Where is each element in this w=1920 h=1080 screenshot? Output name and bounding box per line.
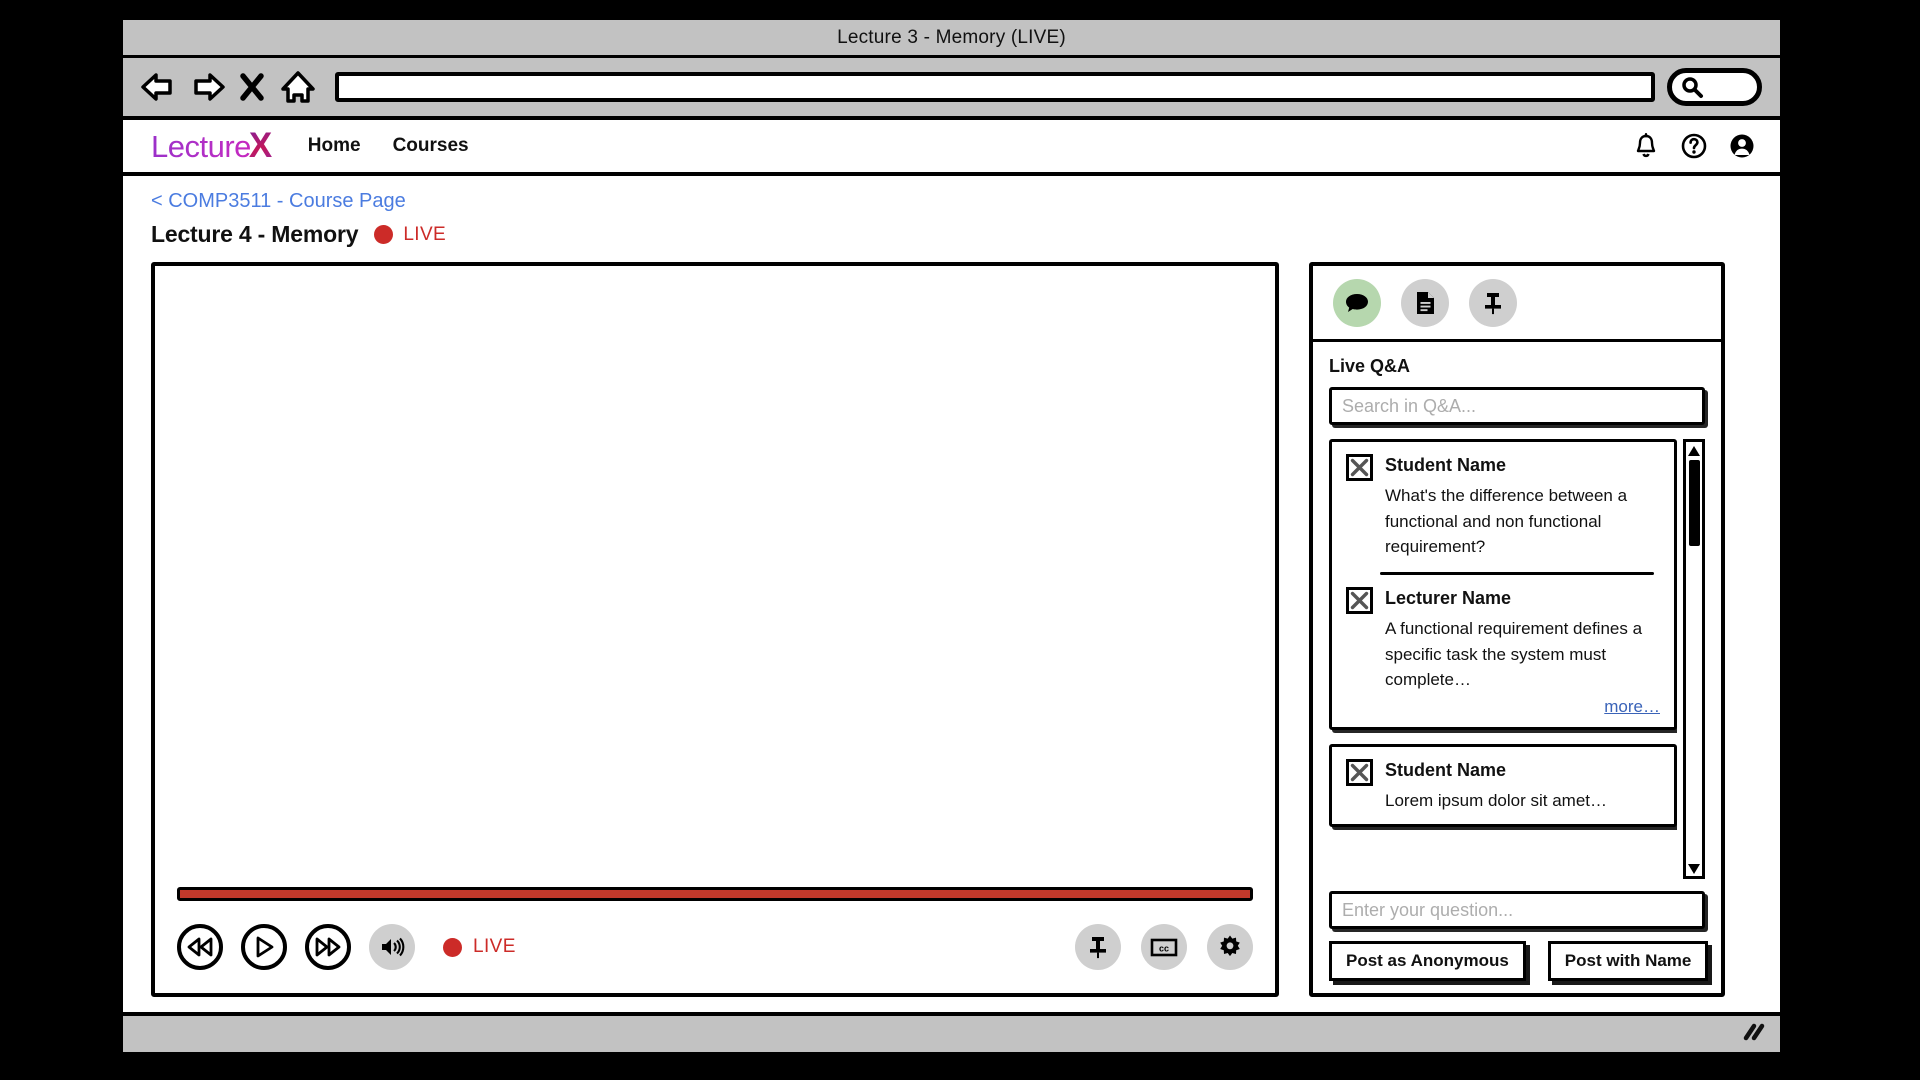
- status-badge: LIVE: [374, 224, 446, 246]
- qa-heading: Live Q&A: [1329, 356, 1411, 376]
- qa-more-wrap: more…: [1385, 697, 1660, 717]
- progress-bar-wrap: [155, 887, 1275, 901]
- qa-post-buttons: Post as Anonymous Post with Name: [1329, 941, 1709, 981]
- live-label: LIVE: [403, 223, 447, 245]
- main-columns: LIVE cc Live Q&A Search in Q&A... Studen…: [151, 262, 1752, 997]
- svg-text:cc: cc: [1159, 944, 1169, 954]
- fast-forward-button[interactable]: [305, 924, 351, 970]
- qa-thread-card[interactable]: Student Name Lorem ipsum dolor sit amet…: [1329, 743, 1677, 827]
- home-icon[interactable]: [275, 65, 321, 109]
- window-title: Lecture 3 - Memory (LIVE): [837, 26, 1066, 48]
- resize-grip-icon[interactable]: [1740, 1022, 1766, 1047]
- logo-word: Lecture: [151, 129, 251, 164]
- page-content: < COMP3511 - Course Page Lecture 4 - Mem…: [123, 176, 1780, 1052]
- app-header: Lecture X Home Courses: [123, 120, 1780, 176]
- qa-message-text: Lorem ipsum dolor sit amet…: [1385, 791, 1608, 811]
- header-actions: [1632, 132, 1756, 160]
- logo-x-mark: X: [248, 126, 272, 165]
- browser-toolbar: [123, 58, 1780, 120]
- notifications-bell-icon[interactable]: [1632, 132, 1660, 160]
- volume-icon: [382, 937, 405, 957]
- tab-pinned[interactable]: [1469, 278, 1517, 327]
- browser-search-box[interactable]: [1667, 68, 1762, 106]
- qa-thread-list: Student Name What's the difference betwe…: [1329, 439, 1677, 879]
- live-dot-icon: [443, 937, 462, 957]
- qa-divider: [1380, 571, 1654, 575]
- qa-question-input[interactable]: Enter your question...: [1329, 891, 1705, 929]
- account-avatar-icon[interactable]: [1728, 132, 1756, 160]
- captions-button[interactable]: cc: [1141, 924, 1187, 970]
- pin-icon: [1090, 937, 1106, 959]
- play-button[interactable]: [241, 924, 287, 970]
- avatar-placeholder-icon: [1346, 586, 1373, 614]
- settings-button[interactable]: [1207, 924, 1253, 970]
- qa-message: Student Name What's the difference betwe…: [1346, 454, 1660, 560]
- pin-lecture-button[interactable]: [1075, 924, 1121, 970]
- chevron-down-icon[interactable]: [1687, 862, 1701, 874]
- play-icon: [256, 936, 274, 958]
- close-x-icon[interactable]: [229, 65, 275, 109]
- qa-thread-card[interactable]: Student Name What's the difference betwe…: [1329, 439, 1677, 730]
- page-title: Lecture 4 - Memory: [151, 221, 359, 247]
- tab-live-qa[interactable]: [1333, 278, 1381, 327]
- volume-button[interactable]: [369, 924, 415, 970]
- qa-search-input[interactable]: Search in Q&A...: [1329, 387, 1705, 425]
- qa-body: Live Q&A Search in Q&A... Student Name W…: [1313, 342, 1721, 993]
- scrollbar-thumb[interactable]: [1688, 460, 1700, 546]
- player-live-label: LIVE: [473, 936, 516, 957]
- qa-list-wrap: Student Name What's the difference betwe…: [1329, 439, 1705, 879]
- avatar-placeholder-icon: [1346, 758, 1373, 786]
- fast-forward-icon: [315, 937, 341, 957]
- qa-question-placeholder: Enter your question...: [1342, 899, 1514, 920]
- player-controls-right: cc: [1075, 924, 1253, 970]
- video-progress-bar[interactable]: [177, 887, 1253, 901]
- chevron-up-icon[interactable]: [1687, 444, 1701, 456]
- browser-title-bar: Lecture 3 - Memory (LIVE): [123, 20, 1780, 58]
- player-live-badge: LIVE: [443, 936, 516, 958]
- cc-icon: cc: [1150, 938, 1178, 957]
- browser-window: Lecture 3 - Memory (LIVE) Lecture X Home…: [119, 16, 1784, 1056]
- post-with-name-button[interactable]: Post with Name: [1547, 941, 1709, 981]
- forward-arrow-icon[interactable]: [183, 65, 229, 109]
- qa-sidebar: Live Q&A Search in Q&A... Student Name W…: [1309, 262, 1725, 997]
- search-icon: [1682, 77, 1703, 98]
- back-arrow-icon[interactable]: [137, 65, 183, 109]
- qa-scrollbar[interactable]: [1683, 439, 1705, 879]
- qa-message: Lecturer Name A functional requirement d…: [1346, 586, 1660, 717]
- url-input[interactable]: [335, 72, 1655, 102]
- post-as-anonymous-button[interactable]: Post as Anonymous: [1329, 941, 1526, 981]
- qa-tab-bar: [1313, 266, 1721, 342]
- video-stage[interactable]: [155, 266, 1275, 887]
- pin-icon: [1485, 292, 1501, 314]
- breadcrumb[interactable]: < COMP3511 - Course Page: [151, 190, 406, 213]
- document-icon: [1417, 291, 1434, 314]
- rewind-button[interactable]: [177, 924, 223, 970]
- lecture-title-row: Lecture 4 - Memory LIVE: [151, 221, 1752, 248]
- qa-more-link[interactable]: more…: [1604, 697, 1660, 716]
- qa-search-placeholder: Search in Q&A...: [1342, 395, 1477, 416]
- chat-bubble-icon: [1346, 293, 1368, 312]
- player-controls: LIVE cc: [155, 901, 1275, 993]
- app-logo[interactable]: Lecture X: [151, 126, 272, 166]
- qa-compose: Enter your question... Post as Anonymous…: [1329, 891, 1709, 981]
- nav-link-home[interactable]: Home: [308, 135, 361, 157]
- rewind-icon: [187, 937, 213, 957]
- qa-author: Student Name: [1385, 759, 1507, 780]
- live-dot-icon: [374, 225, 394, 244]
- browser-status-bar: [123, 1012, 1780, 1052]
- qa-message-text: What's the difference between a function…: [1385, 486, 1628, 557]
- qa-message: Student Name Lorem ipsum dolor sit amet…: [1346, 758, 1660, 814]
- tab-resources[interactable]: [1401, 278, 1449, 327]
- avatar-placeholder-icon: [1346, 454, 1373, 481]
- qa-message-text: A functional requirement defines a speci…: [1385, 619, 1643, 690]
- qa-author: Student Name: [1385, 455, 1507, 475]
- nav-link-courses[interactable]: Courses: [393, 135, 469, 157]
- video-player: LIVE cc: [151, 262, 1279, 997]
- help-circle-icon[interactable]: [1680, 132, 1708, 160]
- gear-icon: [1220, 935, 1240, 957]
- qa-author: Lecturer Name: [1385, 587, 1512, 608]
